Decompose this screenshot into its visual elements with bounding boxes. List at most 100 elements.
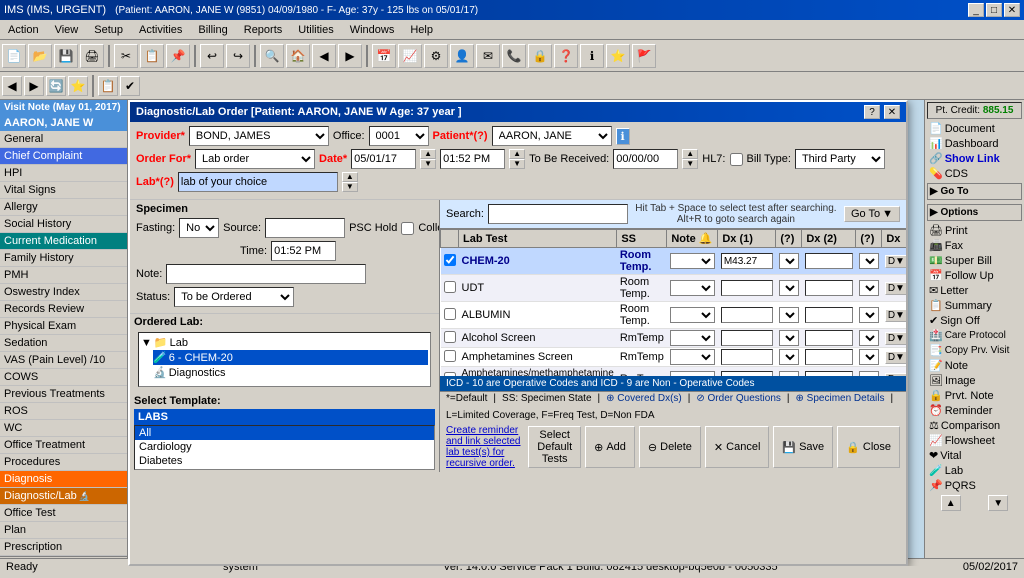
time-down[interactable]: ▼ <box>509 159 525 169</box>
tb-help[interactable]: ❓ <box>554 44 578 68</box>
dx2-input[interactable] <box>805 330 853 346</box>
row-dx2-cell[interactable] <box>802 348 856 367</box>
info-order[interactable]: ⊘ Order Questions <box>696 393 781 404</box>
sidebar-item-pmh[interactable]: PMH <box>0 267 127 284</box>
row-dx1q-cell[interactable] <box>776 275 802 302</box>
row-dx2-cell[interactable] <box>802 275 856 302</box>
lab-input[interactable] <box>178 172 338 192</box>
dx2q-select[interactable] <box>859 307 879 323</box>
go-to-button[interactable]: Go To ▼ <box>844 206 900 222</box>
menu-help[interactable]: Help <box>406 23 437 37</box>
row-note-cell[interactable] <box>667 302 718 329</box>
row-dx1q-cell[interactable] <box>776 248 802 275</box>
row-note-cell[interactable] <box>667 329 718 348</box>
search-input[interactable] <box>488 204 628 224</box>
tree-root[interactable]: ▼ 📁 Lab <box>141 335 428 350</box>
tb-mail[interactable]: ✉ <box>476 44 500 68</box>
row-dx2q-cell[interactable] <box>856 329 882 348</box>
tb-star[interactable]: ⭐ <box>606 44 630 68</box>
sidebar-item-medication[interactable]: Current Medication <box>0 233 127 250</box>
row-dx1q-cell[interactable] <box>776 367 802 377</box>
template-all[interactable]: All <box>135 426 434 440</box>
row-dx-cell[interactable]: D▼ <box>882 348 906 367</box>
tb-phone[interactable]: 📞 <box>502 44 526 68</box>
template-diabetes[interactable]: Diabetes <box>135 454 434 468</box>
btn-sign-off[interactable]: ✔Sign Off <box>925 313 1024 328</box>
time2-input[interactable] <box>271 241 336 261</box>
menu-billing[interactable]: Billing <box>194 23 231 37</box>
row-dx1q-cell[interactable] <box>776 329 802 348</box>
delete-button[interactable]: ⊖ Delete <box>639 426 701 468</box>
row-note-cell[interactable] <box>667 248 718 275</box>
date-up[interactable]: ▲ <box>420 149 436 159</box>
dx2q-select[interactable] <box>859 280 879 296</box>
sidebar-item-records[interactable]: Records Review <box>0 301 127 318</box>
menu-view[interactable]: View <box>51 23 83 37</box>
provider-select[interactable]: BOND, JAMES <box>189 126 329 146</box>
note-input[interactable] <box>166 264 366 284</box>
close-button[interactable]: ✕ <box>1004 3 1020 17</box>
lab-table-wrapper[interactable]: Lab Test SS Note 🔔 Dx (1) (?) Dx (2) (?)… <box>440 229 906 376</box>
btn-super-bill[interactable]: 💵Super Bill <box>925 253 1024 268</box>
sidebar-item-procedures[interactable]: Procedures <box>0 454 127 471</box>
tb-chart[interactable]: 📈 <box>398 44 422 68</box>
dx-button[interactable]: D▼ <box>885 309 906 322</box>
dx-button[interactable]: D▼ <box>885 282 906 295</box>
row-dx1-cell[interactable] <box>718 329 776 348</box>
btn-copy-prv[interactable]: 📑Copy Prv. Visit <box>925 343 1024 358</box>
source-input[interactable] <box>265 218 345 238</box>
btn-vital[interactable]: ❤Vital <box>925 448 1024 463</box>
dx1-input[interactable] <box>721 253 773 269</box>
dx2-input[interactable] <box>805 349 853 365</box>
dx1q-select[interactable] <box>779 253 799 269</box>
sidebar-item-office-treatment[interactable]: Office Treatment <box>0 437 127 454</box>
sidebar-item-prev-treatments[interactable]: Previous Treatments <box>0 386 127 403</box>
row-note-cell[interactable] <box>667 348 718 367</box>
row-dx1-cell[interactable] <box>718 275 776 302</box>
dx2q-select[interactable] <box>859 349 879 365</box>
tb-forward[interactable]: ▶ <box>338 44 362 68</box>
recursive-link[interactable]: Create reminder and link selected lab te… <box>446 425 524 469</box>
tb-paste[interactable]: 📌 <box>166 44 190 68</box>
office-select[interactable]: 0001 <box>369 126 429 146</box>
sidebar-item-cows[interactable]: COWS <box>0 369 127 386</box>
cancel-button[interactable]: ✕ Cancel <box>705 426 769 468</box>
dx-button[interactable]: D▼ <box>885 332 906 345</box>
recv-down[interactable]: ▼ <box>682 159 698 169</box>
tb-back[interactable]: ◀ <box>312 44 336 68</box>
hl7-checkbox[interactable] <box>730 153 743 166</box>
row-checkbox-cell[interactable] <box>441 367 459 377</box>
row-checkbox[interactable] <box>444 308 456 320</box>
row-checkbox[interactable] <box>444 350 456 362</box>
tree-diagnostics[interactable]: 🔬 Diagnostics <box>153 365 428 380</box>
menu-action[interactable]: Action <box>4 23 43 37</box>
dx2q-select[interactable] <box>859 330 879 346</box>
close-dialog-button[interactable]: 🔒 Close <box>837 426 900 468</box>
dx1q-select[interactable] <box>779 330 799 346</box>
row-checkbox-cell[interactable] <box>441 348 459 367</box>
btn-show-link[interactable]: 🔗Show Link <box>925 151 1024 166</box>
sidebar-item-prescription[interactable]: Prescription <box>0 539 127 556</box>
date-down[interactable]: ▼ <box>420 159 436 169</box>
btn-options[interactable]: ▶ Options <box>927 204 1022 221</box>
tb-calendar[interactable]: 📅 <box>372 44 396 68</box>
tb-flag[interactable]: 🚩 <box>632 44 656 68</box>
row-dx2q-cell[interactable] <box>856 275 882 302</box>
tb-new[interactable]: 📄 <box>2 44 26 68</box>
row-dx-cell[interactable]: D▼ <box>882 329 906 348</box>
sidebar-item-diagnostic[interactable]: Diagnostic/Lab 🔬 <box>0 488 127 505</box>
tb-user[interactable]: 👤 <box>450 44 474 68</box>
btn-dashboard[interactable]: 📊Dashboard <box>925 136 1024 151</box>
dx-button[interactable]: D▼ <box>885 255 906 268</box>
row-dx-cell[interactable]: D▼ <box>882 248 906 275</box>
dx1q-select[interactable] <box>779 280 799 296</box>
btn-follow-up[interactable]: 📅Follow Up <box>925 268 1024 283</box>
tb-print[interactable]: 🖨 <box>80 44 104 68</box>
btn-note[interactable]: 📝Note <box>925 358 1024 373</box>
select-default-tests-button[interactable]: Select Default Tests <box>528 426 581 468</box>
tb2-btn6[interactable]: ✔ <box>120 76 140 96</box>
sidebar-item-diagnosis[interactable]: Diagnosis <box>0 471 127 488</box>
row-checkbox[interactable] <box>444 254 456 266</box>
info-covered[interactable]: ⊕ Covered Dx(s) <box>606 393 682 404</box>
date-input[interactable] <box>351 149 416 169</box>
